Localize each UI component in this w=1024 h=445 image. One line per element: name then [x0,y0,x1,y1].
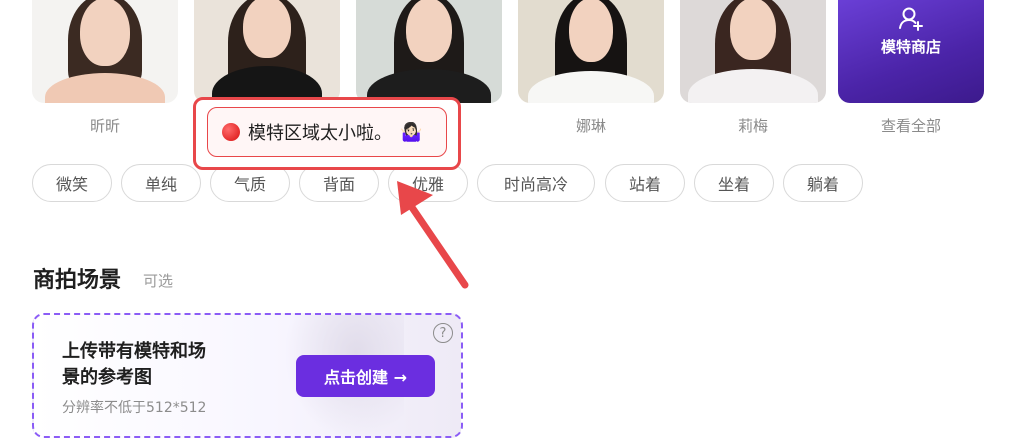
upload-title: 上传带有模特和场景的参考图 [62,341,206,388]
add-user-icon [899,7,923,31]
model-photo[interactable] [194,0,340,103]
tag-chip[interactable]: 坐着 [694,164,774,202]
tag-chip[interactable]: 单纯 [121,164,201,202]
help-icon[interactable]: ? [433,323,453,343]
model-card[interactable]: 娜琳 [518,0,664,135]
model-photo[interactable] [356,0,502,103]
model-name: 娜琳 [575,117,606,135]
model-shop-button[interactable]: 模特商店 [838,0,984,103]
shrug-emoji: 🤷🏻‍♀️ [400,121,423,143]
model-photo[interactable] [518,0,664,103]
view-all-link[interactable]: 查看全部 [838,115,984,136]
model-name: 莉梅 [737,117,768,135]
model-card[interactable]: 昕昕 [32,0,178,135]
model-card[interactable]: 娜 [356,0,502,135]
tag-chip[interactable]: 时尚高冷 [477,164,595,202]
section-optional-label: 可选 [143,272,174,290]
model-shop-card[interactable]: 模特商店 查看全部 [838,0,984,135]
annotation-arrow [397,181,469,289]
model-photo[interactable] [32,0,178,103]
model-card[interactable] [194,0,340,103]
model-photo[interactable] [680,0,826,103]
model-shop-label: 模特商店 [880,38,941,56]
toast-message: 模特区域太小啦。 [248,123,392,144]
create-button[interactable]: 点击创建 → [296,355,435,397]
upload-reference-card[interactable]: ? 上传带有模特和场景的参考图 分辨率不低于512*512 点击创建 → [32,313,463,438]
model-list: 昕昕 娜 娜琳 [32,0,992,150]
warning-toast-highlight: 模特区域太小啦。 🤷🏻‍♀️ [193,97,461,170]
tag-chip[interactable]: 站着 [605,164,685,202]
red-circle-icon [222,123,240,141]
model-card[interactable]: 莉梅 [680,0,826,135]
section-title: 商拍场景 [33,268,122,293]
tag-chip[interactable]: 躺着 [783,164,863,202]
tag-chip[interactable]: 微笑 [32,164,112,202]
model-name: 昕昕 [89,117,120,135]
warning-toast: 模特区域太小啦。 🤷🏻‍♀️ [207,107,447,157]
upload-hint: 分辨率不低于512*512 [62,400,207,416]
